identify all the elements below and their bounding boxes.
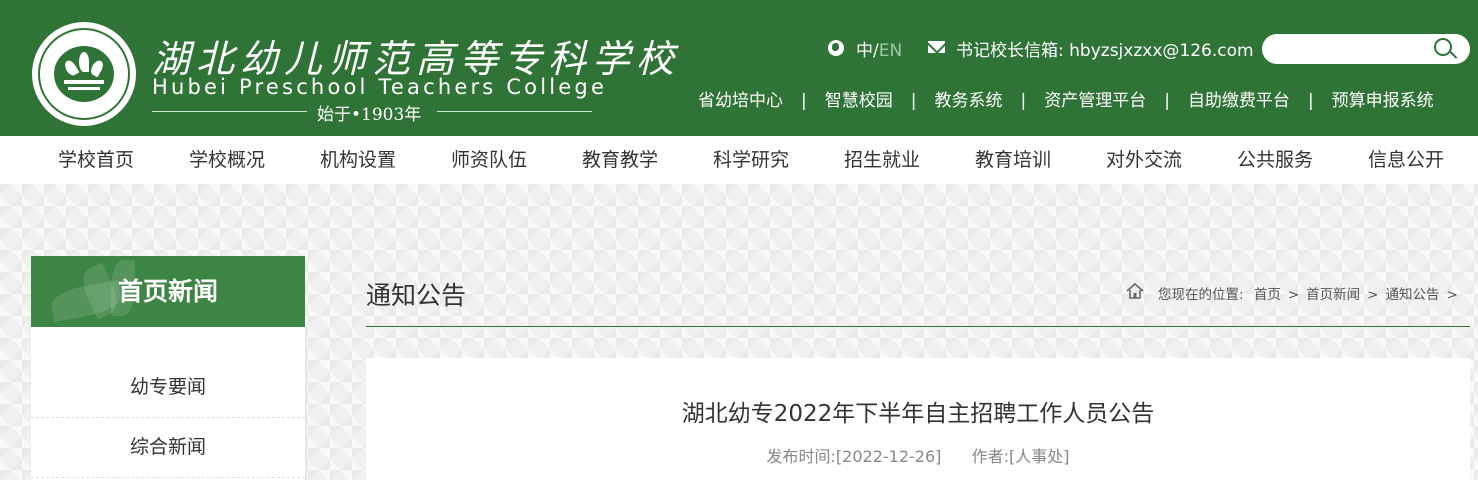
site-header: 湖北幼儿师范高等专科学校 Hubei Preschool Teachers Co… <box>0 0 1478 136</box>
quick-link-separator: | <box>1020 91 1027 111</box>
nav-item-admissions[interactable]: 招生就业 <box>817 136 947 184</box>
quick-link[interactable]: 省幼培中心 <box>698 86 783 111</box>
brand-name-en: Hubei Preschool Teachers College <box>152 75 608 99</box>
leaf-icon <box>79 52 89 72</box>
college-logo[interactable] <box>32 22 136 126</box>
sidebar-title: 首页新闻 <box>117 277 218 306</box>
logo-emblem <box>54 46 114 102</box>
nav-item-about[interactable]: 学校概况 <box>162 136 292 184</box>
mail-icon <box>928 41 945 53</box>
breadcrumb-label: 您现在的位置: <box>1158 287 1244 303</box>
author-label: 作者: <box>971 447 1009 466</box>
breadcrumb-news-link[interactable]: 首页新闻 <box>1306 287 1360 303</box>
breadcrumb: 您现在的位置: 首页 > 首页新闻 > 通知公告 > <box>1158 283 1465 303</box>
breadcrumb-home-link[interactable]: 首页 <box>1254 287 1281 303</box>
search-icon[interactable] <box>1434 38 1452 56</box>
sidebar-header: 首页新闻 <box>31 256 305 327</box>
nav-item-departments[interactable]: 机构设置 <box>293 136 423 184</box>
section-title: 通知公告 <box>366 281 467 310</box>
quick-link[interactable]: 预算申报系统 <box>1332 86 1434 111</box>
lang-en-link[interactable]: EN <box>879 41 902 61</box>
nav-item-exchange[interactable]: 对外交流 <box>1079 136 1209 184</box>
quick-link[interactable]: 资产管理平台 <box>1044 86 1146 111</box>
breadcrumb-arrow: > <box>1446 287 1458 303</box>
globe-icon <box>828 40 844 56</box>
sidebar-item-general-news[interactable]: 综合新闻 <box>31 417 305 478</box>
nav-item-home[interactable]: 学校首页 <box>31 136 161 184</box>
publish-label: 发布时间: <box>766 447 836 466</box>
main-nav: 学校首页 学校概况 机构设置 师资队伍 教育教学 科学研究 招生就业 教育培训 … <box>0 136 1478 184</box>
author-name: [人事处] <box>1008 447 1070 466</box>
book-line-icon <box>64 80 104 84</box>
nav-item-research[interactable]: 科学研究 <box>686 136 816 184</box>
book-line-icon <box>68 87 100 90</box>
leaf-icon <box>62 58 80 78</box>
quick-link[interactable]: 自助缴费平台 <box>1188 86 1290 111</box>
breadcrumb-arrow: > <box>1367 287 1379 303</box>
publish-date: [2022-12-26] <box>835 447 942 466</box>
quick-link[interactable]: 教务系统 <box>934 86 1002 111</box>
brand-since: 始于•1903年 <box>152 100 592 125</box>
quick-link-separator: | <box>1164 91 1170 111</box>
quick-links: 省幼培中心 | 智慧校园 | 教务系统 | 资产管理平台 | 自助缴费平台 | 预算申报系统 <box>698 86 1434 111</box>
quick-link-separator: | <box>1307 91 1314 111</box>
nav-item-education[interactable]: 教育教学 <box>555 136 685 184</box>
since-line-left <box>152 111 307 112</box>
quick-link[interactable]: 智慧校园 <box>825 86 893 111</box>
mailbox-address[interactable]: hbyzsjxzxx@126.com <box>1069 41 1253 61</box>
since-text: 始于•1903年 <box>317 105 422 125</box>
mailbox-label: 书记校长信箱: <box>956 41 1064 61</box>
nav-item-disclosure[interactable]: 信息公开 <box>1341 136 1471 184</box>
search-input[interactable] <box>1262 34 1470 64</box>
leaf-icon <box>88 58 106 78</box>
home-icon <box>1126 283 1144 299</box>
nav-item-services[interactable]: 公共服务 <box>1210 136 1340 184</box>
article-card: 湖北幼专2022年下半年自主招聘工作人员公告 发布时间:[2022-12-26]… <box>366 358 1470 480</box>
lang-zh-link[interactable]: 中 <box>856 41 873 61</box>
principal-mailbox[interactable]: 书记校长信箱: hbyzsjxzxx@126.com <box>956 36 1254 61</box>
quick-link-separator: | <box>801 91 807 111</box>
sidebar-item-school-news[interactable]: 幼专要闻 <box>31 357 305 418</box>
section-divider <box>366 326 1470 327</box>
nav-item-training[interactable]: 教育培训 <box>948 136 1078 184</box>
article-meta: 发布时间:[2022-12-26] 作者:[人事处] <box>366 443 1470 467</box>
breadcrumb-arrow: > <box>1287 287 1300 303</box>
sidebar-menu: 幼专要闻 综合新闻 <box>31 327 307 480</box>
language-switch: 中/EN <box>856 36 902 61</box>
article-title: 湖北幼专2022年下半年自主招聘工作人员公告 <box>681 401 1155 427</box>
nav-item-faculty[interactable]: 师资队伍 <box>424 136 554 184</box>
quick-link-separator: | <box>910 91 917 111</box>
since-line-right <box>437 111 592 112</box>
breadcrumb-notice-link[interactable]: 通知公告 <box>1385 287 1439 303</box>
